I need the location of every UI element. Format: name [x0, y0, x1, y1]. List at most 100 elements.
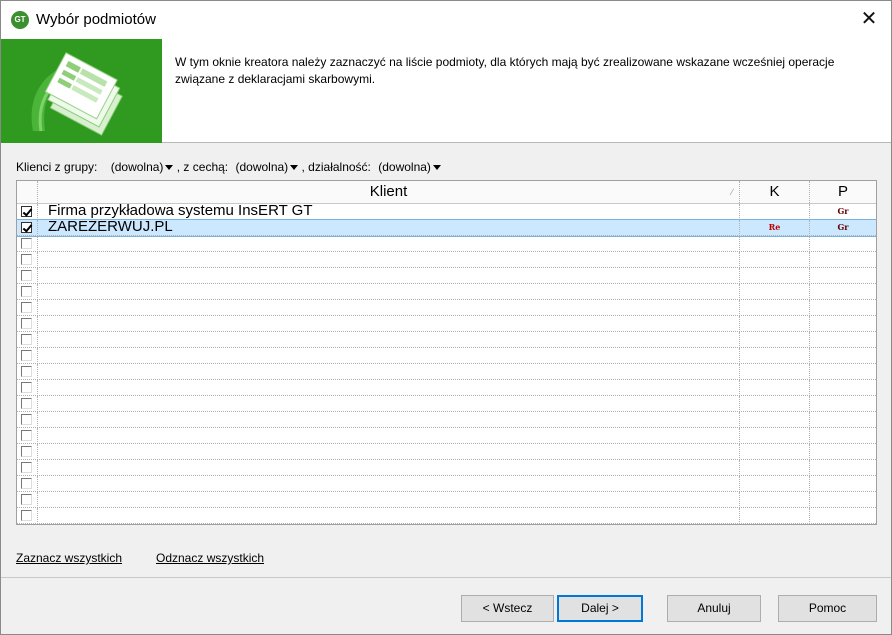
close-button[interactable]: ✕ — [857, 7, 881, 31]
table-row[interactable] — [17, 476, 876, 492]
p-cell — [810, 252, 876, 268]
table-row[interactable] — [17, 236, 876, 252]
k-cell — [740, 364, 810, 380]
row-checkbox[interactable] — [21, 222, 32, 233]
table-row[interactable] — [17, 348, 876, 364]
p-cell — [810, 508, 876, 524]
next-button[interactable]: Dalej > — [557, 595, 643, 622]
k-cell — [740, 460, 810, 476]
k-tag: Re — [768, 222, 781, 232]
activity-filter-dropdown[interactable]: (dowolna) — [378, 159, 441, 174]
table-row[interactable] — [17, 492, 876, 508]
row-checkbox-cell — [17, 204, 38, 220]
row-checkbox-cell — [17, 284, 38, 300]
klient-cell — [38, 476, 740, 492]
table-row[interactable] — [17, 268, 876, 284]
p-cell — [810, 444, 876, 460]
row-checkbox[interactable] — [21, 238, 32, 249]
table-row[interactable] — [17, 412, 876, 428]
select-all-link[interactable]: Zaznacz wszystkich — [16, 551, 122, 565]
row-checkbox-cell — [17, 508, 38, 524]
k-cell: Re — [740, 220, 810, 236]
k-cell — [740, 332, 810, 348]
k-cell — [740, 444, 810, 460]
row-checkbox[interactable] — [21, 206, 32, 217]
activity-filter-label: , działalność: — [301, 159, 371, 174]
klient-name: ZAREZERWUJ.PL — [48, 218, 173, 235]
row-checkbox[interactable] — [21, 382, 32, 393]
table-row[interactable] — [17, 380, 876, 396]
group-filter-value: (dowolna) — [110, 160, 164, 175]
column-header-k[interactable]: K — [740, 181, 810, 203]
row-checkbox[interactable] — [21, 254, 32, 265]
k-cell — [740, 348, 810, 364]
k-cell — [740, 396, 810, 412]
row-checkbox-cell — [17, 236, 38, 252]
p-cell — [810, 236, 876, 252]
back-button[interactable]: < Wstecz — [461, 595, 554, 622]
table-row[interactable] — [17, 396, 876, 412]
column-header-klient[interactable]: Klient ⁄ — [38, 181, 740, 203]
klient-cell — [38, 268, 740, 284]
table-row[interactable] — [17, 508, 876, 524]
app-logo-icon: GT — [11, 11, 29, 29]
feature-filter-dropdown[interactable]: (dowolna) — [235, 159, 299, 174]
klient-cell — [38, 252, 740, 268]
dropdown-arrow-icon — [432, 164, 441, 170]
group-filter-dropdown[interactable]: (dowolna) — [111, 159, 174, 174]
row-checkbox[interactable] — [21, 286, 32, 297]
help-button[interactable]: Pomoc — [778, 595, 877, 622]
k-cell — [740, 492, 810, 508]
row-checkbox[interactable] — [21, 446, 32, 457]
k-cell — [740, 300, 810, 316]
row-checkbox[interactable] — [21, 318, 32, 329]
wizard-description: W tym oknie kreatora należy zaznaczyć na… — [175, 55, 835, 86]
klient-cell — [38, 332, 740, 348]
table-row[interactable] — [17, 428, 876, 444]
row-checkbox-cell — [17, 300, 38, 316]
row-checkbox-cell — [17, 348, 38, 364]
table-row[interactable] — [17, 332, 876, 348]
row-checkbox-cell — [17, 316, 38, 332]
row-checkbox-cell — [17, 268, 38, 284]
title-bar: GT Wybór podmiotów ✕ — [1, 1, 891, 39]
row-checkbox[interactable] — [21, 270, 32, 281]
deselect-all-link[interactable]: Odznacz wszystkich — [156, 551, 264, 565]
row-checkbox[interactable] — [21, 510, 32, 521]
grid-rows: Firma przykładowa systemu InsERT GT Gr ZAR… — [17, 202, 876, 524]
k-cell — [740, 284, 810, 300]
column-header-p[interactable]: P — [810, 181, 876, 203]
klient-cell — [38, 460, 740, 476]
row-checkbox-cell — [17, 364, 38, 380]
p-cell — [810, 492, 876, 508]
filter-row: Klienci z grupy: (dowolna) , z cechą: (d… — [16, 159, 441, 175]
table-row[interactable] — [17, 444, 876, 460]
sort-indicator-icon: ⁄ — [731, 187, 733, 197]
table-row[interactable] — [17, 460, 876, 476]
table-row[interactable] — [17, 316, 876, 332]
clients-grid[interactable]: Klient ⁄ K P Firma przykładowa systemu I… — [16, 180, 877, 525]
p-cell — [810, 284, 876, 300]
wizard-window: GT Wybór podmiotów ✕ W tym oknie kreator… — [0, 0, 892, 635]
table-row[interactable]: ZAREZERWUJ.PL Re Gr — [17, 218, 876, 237]
row-checkbox[interactable] — [21, 494, 32, 505]
table-row[interactable] — [17, 284, 876, 300]
row-checkbox[interactable] — [21, 430, 32, 441]
cancel-button[interactable]: Anuluj — [667, 595, 761, 622]
row-checkbox[interactable] — [21, 302, 32, 313]
row-checkbox[interactable] — [21, 350, 32, 361]
dropdown-arrow-icon — [165, 164, 174, 170]
row-checkbox[interactable] — [21, 334, 32, 345]
feature-filter-label: , z cechą: — [176, 159, 229, 174]
p-cell — [810, 428, 876, 444]
table-row[interactable] — [17, 252, 876, 268]
row-checkbox-cell — [17, 428, 38, 444]
table-row[interactable] — [17, 300, 876, 316]
row-checkbox[interactable] — [21, 366, 32, 377]
row-checkbox[interactable] — [21, 462, 32, 473]
p-cell — [810, 332, 876, 348]
table-row[interactable] — [17, 364, 876, 380]
row-checkbox[interactable] — [21, 414, 32, 425]
row-checkbox[interactable] — [21, 478, 32, 489]
row-checkbox[interactable] — [21, 398, 32, 409]
